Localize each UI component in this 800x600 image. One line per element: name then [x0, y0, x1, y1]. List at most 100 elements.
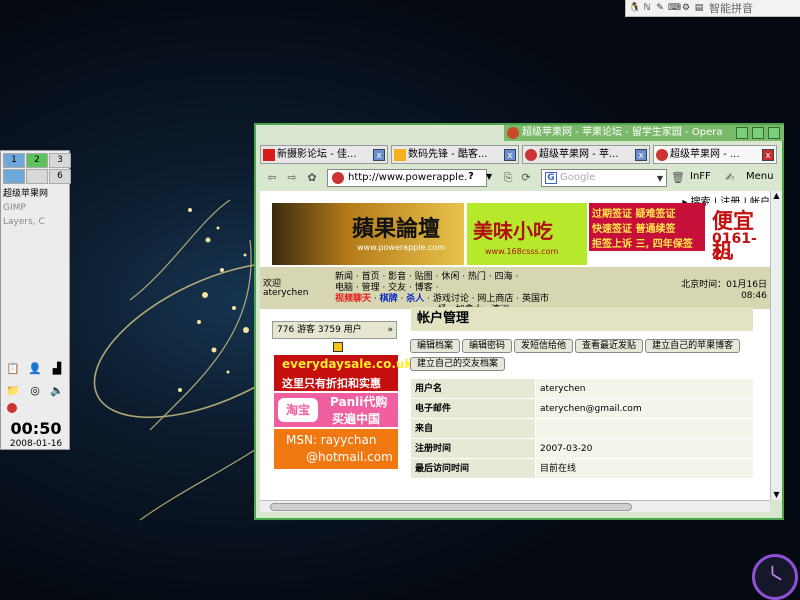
edit-password-button[interactable]: 编辑密码: [462, 339, 513, 353]
scroll-down-icon[interactable]: ▼: [771, 490, 782, 500]
search-input[interactable]: G Google ▼: [541, 169, 667, 187]
taobao-logo: 淘宝: [278, 398, 318, 422]
send-message-button[interactable]: 发短信给他: [514, 339, 574, 353]
user-icon[interactable]: 👤: [27, 361, 43, 377]
workspace-3[interactable]: 3: [49, 153, 71, 168]
close-tab-icon[interactable]: x: [373, 149, 385, 161]
settings-icon[interactable]: ⚙: [681, 3, 691, 14]
task-item-opera[interactable]: 超级苹果网: [3, 187, 69, 201]
task-item-gimp[interactable]: GIMP: [3, 201, 69, 215]
input-method-icon[interactable]: ▤: [694, 3, 704, 14]
back-icon[interactable]: ⇦: [264, 170, 280, 186]
tab-label: 新摄影论坛 - 佳...: [277, 149, 357, 160]
msn-ad[interactable]: MSN: rayychan @hotmail.com: [274, 429, 398, 469]
address-dropdown-icon[interactable]: ▼: [486, 170, 498, 184]
maximize-button[interactable]: [752, 127, 764, 139]
everydaysale-ad-url: everydaysale.co.uk: [282, 357, 413, 371]
info-key: 用户名: [411, 379, 535, 398]
info-key: 最后访问时间: [411, 459, 535, 478]
tab-photo-forum[interactable]: 新摄影论坛 - 佳... x: [260, 145, 388, 164]
snack-ad-title: 美味小吃: [473, 219, 553, 243]
analog-clock-icon[interactable]: [752, 554, 798, 600]
penguin-icon[interactable]: 🐧: [629, 3, 640, 14]
tab-label: 超级苹果网 - 苹...: [539, 149, 619, 160]
nav-video-chat[interactable]: 视频聊天: [335, 294, 371, 304]
workspace-4[interactable]: [3, 169, 25, 184]
signal-icon[interactable]: ▟: [49, 361, 65, 377]
forward-icon[interactable]: ⇨: [284, 170, 300, 186]
network-icon[interactable]: ℕ: [642, 3, 652, 14]
keyboard-icon[interactable]: ⌨: [668, 3, 681, 14]
banner-strip: 蘋果論壇 www.powerapple.com 美味小吃 www.168csss…: [272, 203, 770, 265]
create-dating-profile-button[interactable]: 建立自己的交友档案: [410, 357, 506, 371]
menu-button[interactable]: Menu: [746, 171, 773, 182]
horizontal-scrollbar[interactable]: [260, 500, 770, 512]
window-title: 超级苹果网 - 苹果论坛 - 留学生家园 - Opera: [522, 127, 723, 138]
globe-icon[interactable]: ◎: [27, 383, 43, 399]
notes-icon[interactable]: 📋: [5, 361, 21, 377]
close-tab-icon[interactable]: x: [635, 149, 647, 161]
beijing-time: 北京时间：01月16日 08:46: [681, 280, 767, 302]
trash-icon[interactable]: 🗑: [670, 170, 686, 186]
visa-ad-line: 快速签证 普通续签: [592, 224, 676, 235]
visa-ad-line: 拒签上诉 三, 四年保签: [592, 239, 693, 250]
table-row: 用户名 aterychen: [411, 379, 753, 399]
address-field[interactable]: http://www.powerapple.: [327, 169, 487, 187]
edit-profile-button[interactable]: 编辑档案: [410, 339, 461, 353]
create-blog-button[interactable]: 建立自己的苹果博客: [645, 339, 741, 353]
left-panel: 1 2 3 6 超级苹果网 GIMP Layers, C 📋 👤 ▟ 📁 ◎ 🔈…: [0, 150, 71, 450]
site-info-icon[interactable]: ?: [468, 170, 481, 184]
scroll-up-icon[interactable]: ▲: [771, 191, 782, 201]
online-stats[interactable]: 776 游客 3759 用户 »: [272, 321, 397, 339]
folder-icon[interactable]: 📁: [5, 383, 21, 399]
nav-board-games[interactable]: 棋牌: [380, 294, 398, 304]
snack-ad-banner[interactable]: 美味小吃 www.168csss.com: [467, 203, 587, 265]
volume-icon[interactable]: 🔈: [49, 383, 65, 399]
panel-clock[interactable]: 00:50: [1, 419, 71, 438]
workspace-5[interactable]: [26, 169, 48, 184]
browser-window: 超级苹果网 - 苹果论坛 - 留学生家园 - Opera 新摄影论坛 - 佳..…: [254, 123, 784, 520]
workspace-2[interactable]: 2: [26, 153, 48, 168]
search-dropdown-icon[interactable]: ▼: [657, 171, 663, 187]
forum-logo-banner[interactable]: 蘋果論壇 www.powerapple.com: [272, 203, 464, 265]
home-icon[interactable]: ✿: [304, 170, 320, 186]
status-dot-icon: [7, 403, 17, 413]
close-window-button[interactable]: [768, 127, 780, 139]
forum-logo-text: 蘋果論壇: [352, 216, 441, 242]
stats-arrow-icon[interactable]: »: [387, 322, 393, 338]
everydaysale-ad[interactable]: everydaysale.co.uk 这里只有折扣和实惠: [274, 355, 412, 391]
launcher-grid: 📋 👤 ▟ 📁 ◎ 🔈: [5, 361, 69, 403]
visa-ad-banner[interactable]: 过期签证 疑难签证 快速签证 普通续签 拒签上诉 三, 四年保签: [589, 203, 705, 251]
ime-label[interactable]: 智能拼音: [709, 0, 753, 16]
pen-icon[interactable]: ✎: [655, 3, 665, 14]
vertical-scrollbar[interactable]: ▲ ▼: [770, 191, 782, 500]
scroll-thumb[interactable]: [270, 503, 632, 511]
inff-button[interactable]: InFF: [690, 171, 711, 182]
info-key: 电子邮件: [411, 399, 535, 418]
taobao-ad[interactable]: 淘宝 Panli代购 买遍中国: [274, 393, 398, 427]
workspace-6[interactable]: 6: [49, 169, 71, 184]
go-icon[interactable]: ⎘: [500, 170, 516, 186]
panel-date: 2008-01-16: [9, 439, 63, 449]
tab-powerapple-2[interactable]: 超级苹果网 - ... x: [653, 145, 777, 164]
msn-ad-line-2: @hotmail.com: [306, 450, 393, 464]
recent-posts-button[interactable]: 查看最近发贴: [575, 339, 644, 353]
nav-mafia[interactable]: 杀人: [406, 294, 424, 304]
flight-ad-phone: 0161-23: [712, 231, 757, 263]
minimize-button[interactable]: [736, 127, 748, 139]
task-item-layers[interactable]: Layers, C: [3, 215, 69, 229]
close-tab-icon[interactable]: x: [762, 149, 774, 161]
search-placeholder: Google: [560, 172, 596, 183]
snack-ad-url: www.168csss.com: [485, 247, 559, 256]
flight-ad-banner[interactable]: 便宜机 0161-23: [708, 203, 770, 263]
browser-titlebar[interactable]: 超级苹果网 - 苹果论坛 - 留学生家园 - Opera: [504, 125, 784, 141]
reload-icon[interactable]: ⟳: [518, 170, 534, 186]
table-row: 电子邮件 aterychen@gmail.com: [411, 399, 753, 419]
info-value[interactable]: aterychen@gmail.com: [536, 399, 753, 418]
close-tab-icon[interactable]: x: [504, 149, 516, 161]
username-link[interactable]: aterychen: [263, 288, 309, 298]
tab-digital-pioneer[interactable]: 数码先锋 - 酷客... x: [391, 145, 519, 164]
edit-icon[interactable]: ✍: [722, 170, 738, 186]
workspace-1[interactable]: 1: [3, 153, 25, 168]
tab-powerapple-1[interactable]: 超级苹果网 - 苹... x: [522, 145, 650, 164]
